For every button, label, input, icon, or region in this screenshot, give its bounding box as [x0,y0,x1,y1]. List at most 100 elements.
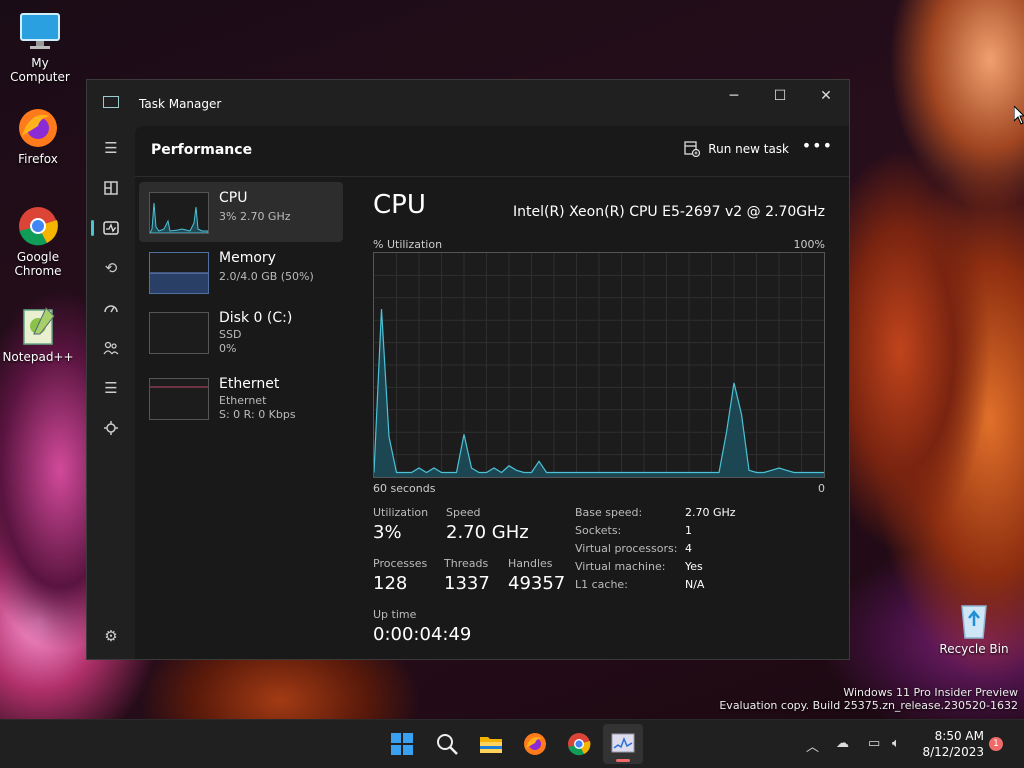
app-history-icon[interactable]: ⟲ [101,258,121,278]
cpu-model: Intel(R) Xeon(R) CPU E5-2697 v2 @ 2.70GH… [513,204,825,220]
mouse-cursor-icon [1014,106,1024,125]
speed-label: Speed [446,506,481,519]
spec-key: Sockets: [575,524,622,537]
users-icon[interactable] [101,338,121,358]
volume-icon[interactable]: 🔈︎ [892,736,900,751]
perf-item-sub: 3% 2.70 GHz [219,210,291,223]
performance-list: CPU 3% 2.70 GHz Memory 2.0/4.0 GB (50%) … [139,182,343,428]
cpu-utilization-graph [373,252,825,478]
chrome-icon [16,204,60,248]
desktop-icon-my-computer[interactable]: My Computer [2,10,78,84]
time-span-label: 60 seconds [373,482,436,495]
notification-badge[interactable]: 1 [989,737,1003,751]
title-bar[interactable]: Task Manager ─ ☐ ✕ [87,80,849,126]
perf-item-sub: 2.0/4.0 GB (50%) [219,270,314,283]
perf-item-ethernet[interactable]: Ethernet Ethernet S: 0 R: 0 Kbps [139,368,343,428]
more-options-button[interactable]: ••• [802,136,833,155]
onedrive-icon[interactable]: ☁ [836,736,849,751]
perf-item-sub: Ethernet [219,394,267,407]
time-end-label: 0 [818,482,825,495]
desktop-icon-notepadpp[interactable]: Notepad++ [0,304,76,364]
threads-label: Threads [444,557,489,570]
processes-label: Processes [373,557,428,570]
watermark-line-2: Evaluation copy. Build 25375.zn_release.… [719,699,1018,712]
chrome-taskbar-button[interactable] [567,732,591,756]
hamburger-menu-icon[interactable]: ☰ [101,138,121,158]
network-icon[interactable]: ▭ [868,736,880,751]
file-explorer-button[interactable] [479,732,503,756]
chart-grid [374,253,824,477]
page-header: Performance Run new task ••• [135,126,849,177]
desktop-icon-label: My Computer [10,56,70,84]
details-icon[interactable]: ☰ [101,378,121,398]
utilization-axis-label: % Utilization [373,238,443,251]
spec-value: Yes [685,560,703,573]
perf-item-sub: 0% [219,342,237,355]
desktop-icon-google-chrome[interactable]: Google Chrome [0,204,76,278]
perf-item-disk[interactable]: Disk 0 (C:) SSD 0% [139,302,343,362]
nav-rail: ☰ ⟲ ☰ ⚙ [87,126,135,659]
perf-item-name: Memory [219,250,276,266]
utilization-value: 3% [373,522,402,543]
notepadpp-icon [16,304,60,348]
taskbar: ︿ ☁ ▭ 🔈︎ 8:50 AM 8/12/2023 1 [0,719,1024,768]
perf-item-sub: S: 0 R: 0 Kbps [219,408,296,421]
close-button[interactable]: ✕ [803,80,849,112]
minimize-button[interactable]: ─ [711,80,757,112]
start-button[interactable] [390,732,414,756]
firefox-icon [524,733,546,755]
perf-item-name: CPU [219,190,248,206]
settings-gear-icon[interactable]: ⚙ [101,626,121,646]
clock[interactable]: 8:50 AM 8/12/2023 [914,728,984,760]
search-button[interactable] [435,732,459,756]
processes-value: 128 [373,573,408,594]
services-icon[interactable] [101,418,121,438]
detail-title: CPU [373,190,426,220]
perf-item-name: Disk 0 (C:) [219,310,293,326]
desktop-icon-label: Notepad++ [2,350,74,364]
task-manager-icon [611,733,635,753]
cpu-detail: CPU Intel(R) Xeon(R) CPU E5-2697 v2 @ 2.… [373,182,825,659]
page-title: Performance [151,142,253,158]
perf-item-memory[interactable]: Memory 2.0/4.0 GB (50%) [139,242,343,302]
maximize-button[interactable]: ☐ [757,80,803,112]
threads-value: 1337 [444,573,490,594]
utilization-max-label: 100% [793,238,825,251]
run-task-icon [684,141,701,157]
cpu-chart-svg [373,253,824,477]
spec-value: 4 [685,542,692,555]
desktop-icon-label: Google Chrome [14,250,62,278]
spec-key: Virtual processors: [575,542,678,555]
handles-label: Handles [508,557,553,570]
utilization-label: Utilization [373,506,429,519]
startup-apps-icon[interactable] [101,298,121,318]
performance-icon[interactable] [101,218,121,238]
folder-icon [480,737,502,753]
run-new-task-button[interactable]: Run new task [684,141,789,157]
spec-key: L1 cache: [575,578,628,591]
uptime-label: Up time [373,608,417,621]
desktop-icon-recycle-bin[interactable]: Recycle Bin [936,596,1012,656]
run-new-task-label: Run new task [708,142,789,156]
firefox-taskbar-button[interactable] [523,732,547,756]
uptime-value: 0:00:04:49 [373,624,472,645]
show-hidden-icons-button[interactable]: ︿ [806,736,819,755]
spec-key: Base speed: [575,506,643,519]
active-nav-indicator [91,220,94,236]
spec-key: Virtual machine: [575,560,666,573]
desktop-icon-firefox[interactable]: Firefox [0,106,76,166]
perf-item-cpu[interactable]: CPU 3% 2.70 GHz [139,182,343,242]
firefox-icon [16,106,60,150]
task-manager-taskbar-button[interactable] [603,724,643,764]
memory-thumbnail [149,252,209,294]
processes-icon[interactable] [101,178,121,198]
chrome-icon [568,733,591,756]
speed-value: 2.70 GHz [446,522,529,543]
spec-value: 1 [685,524,692,537]
task-manager-window: Task Manager ─ ☐ ✕ ☰ ⟲ ☰ ⚙ Performance R… [86,79,850,660]
recycle-bin-icon [952,596,996,640]
disk-thumbnail [149,312,209,354]
clock-time: 8:50 AM [934,729,984,743]
perf-item-sub: SSD [219,328,242,341]
monitor-icon [18,10,62,54]
